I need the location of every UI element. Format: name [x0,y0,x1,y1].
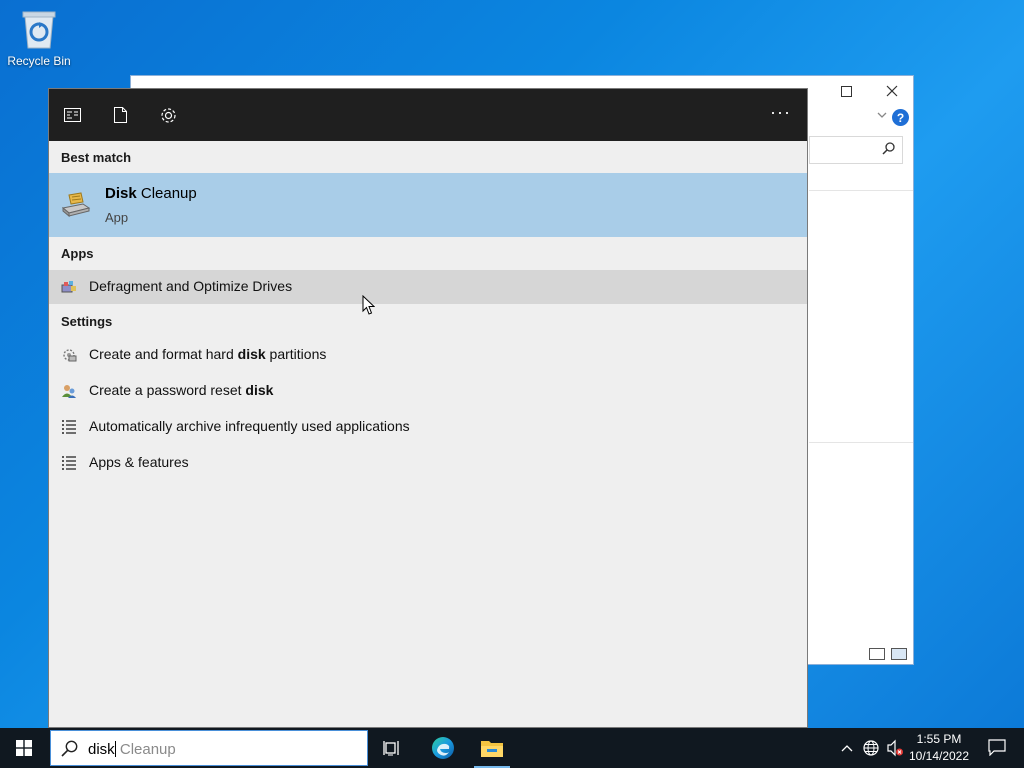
setting-result-password-reset-disk[interactable]: Create a password reset disk [49,374,807,408]
large-icons-view-icon[interactable] [891,648,907,660]
view-toggle[interactable] [869,648,907,660]
windows-logo-icon [16,740,32,756]
setting-result-apps-features[interactable]: Apps & features [49,446,807,480]
start-button[interactable] [0,728,48,768]
help-button[interactable]: ? [892,109,909,126]
task-view-button[interactable] [368,728,416,768]
defragment-icon [61,281,76,293]
volume-tray-button[interactable] [886,739,904,757]
volume-muted-icon [887,739,903,757]
disk-management-icon [63,349,77,362]
best-match-type: App [105,210,129,225]
settings-heading: Settings [61,314,113,329]
divider [809,190,913,191]
setting-result-label: Create and format hard disk partitions [89,346,327,362]
apps-heading: Apps [61,246,94,261]
clock-time: 1:55 PM [916,732,962,746]
taskbar-search-input[interactable]: disk Cleanup [50,730,368,766]
setting-result-label: Automatically archive infrequently used … [89,418,410,434]
clock-date: 10/14/2022 [908,749,970,763]
network-tray-button[interactable] [862,739,880,757]
chevron-down-icon[interactable] [877,108,887,122]
apps-filter-icon[interactable] [63,106,81,124]
edge-icon [432,737,454,759]
flyout-header: ··· [49,89,807,141]
show-hidden-icons-button[interactable] [838,739,856,757]
app-result-defragment[interactable]: Defragment and Optimize Drives [49,270,807,304]
setting-result-label: Apps & features [89,454,189,470]
setting-result-disk-partitions[interactable]: Create and format hard disk partitions [49,338,807,372]
best-match-name: Disk Cleanup [105,185,197,202]
search-icon [61,740,78,757]
setting-result-label: Create a password reset disk [89,382,274,398]
maximize-button[interactable] [823,78,869,104]
app-result-label: Defragment and Optimize Drives [89,278,293,294]
action-center-button[interactable] [988,739,1006,761]
network-globe-icon [863,740,879,756]
disk-cleanup-icon [61,192,91,218]
user-accounts-icon [62,385,76,398]
notification-icon [988,739,1006,757]
explorer-search-box[interactable] [809,136,903,164]
recycle-bin-icon [22,11,56,49]
taskbar-clock[interactable]: 1:55 PM 10/14/2022 [906,731,972,765]
search-icon [882,142,895,155]
close-button[interactable] [869,78,915,104]
documents-filter-icon[interactable] [111,106,129,124]
mouse-cursor-icon [362,295,375,315]
folder-icon [481,741,503,757]
divider [809,442,913,443]
list-settings-icon [62,456,76,470]
details-view-icon[interactable] [869,648,885,660]
search-query-text: disk Cleanup [88,741,176,758]
best-match-result[interactable]: Disk Cleanup App [49,173,807,237]
setting-result-archive-apps[interactable]: Automatically archive infrequently used … [49,410,807,444]
edge-taskbar-button[interactable] [419,728,467,768]
best-match-heading: Best match [61,150,132,165]
more-options-button[interactable]: ··· [770,102,791,123]
task-view-icon [383,741,399,756]
recycle-bin[interactable]: Recycle Bin [6,8,72,74]
list-settings-icon [62,420,76,434]
file-explorer-taskbar-button[interactable] [468,728,516,768]
taskbar: disk Cleanup 1:55 PM 10/14/2022 [0,728,1024,768]
chevron-up-icon [841,745,853,752]
recycle-bin-label: Recycle Bin [7,54,71,68]
settings-filter-icon[interactable] [159,106,177,124]
search-flyout: ··· Best match Disk Cleanup App Apps Def… [48,88,808,728]
search-suggestion: Cleanup [115,741,176,758]
